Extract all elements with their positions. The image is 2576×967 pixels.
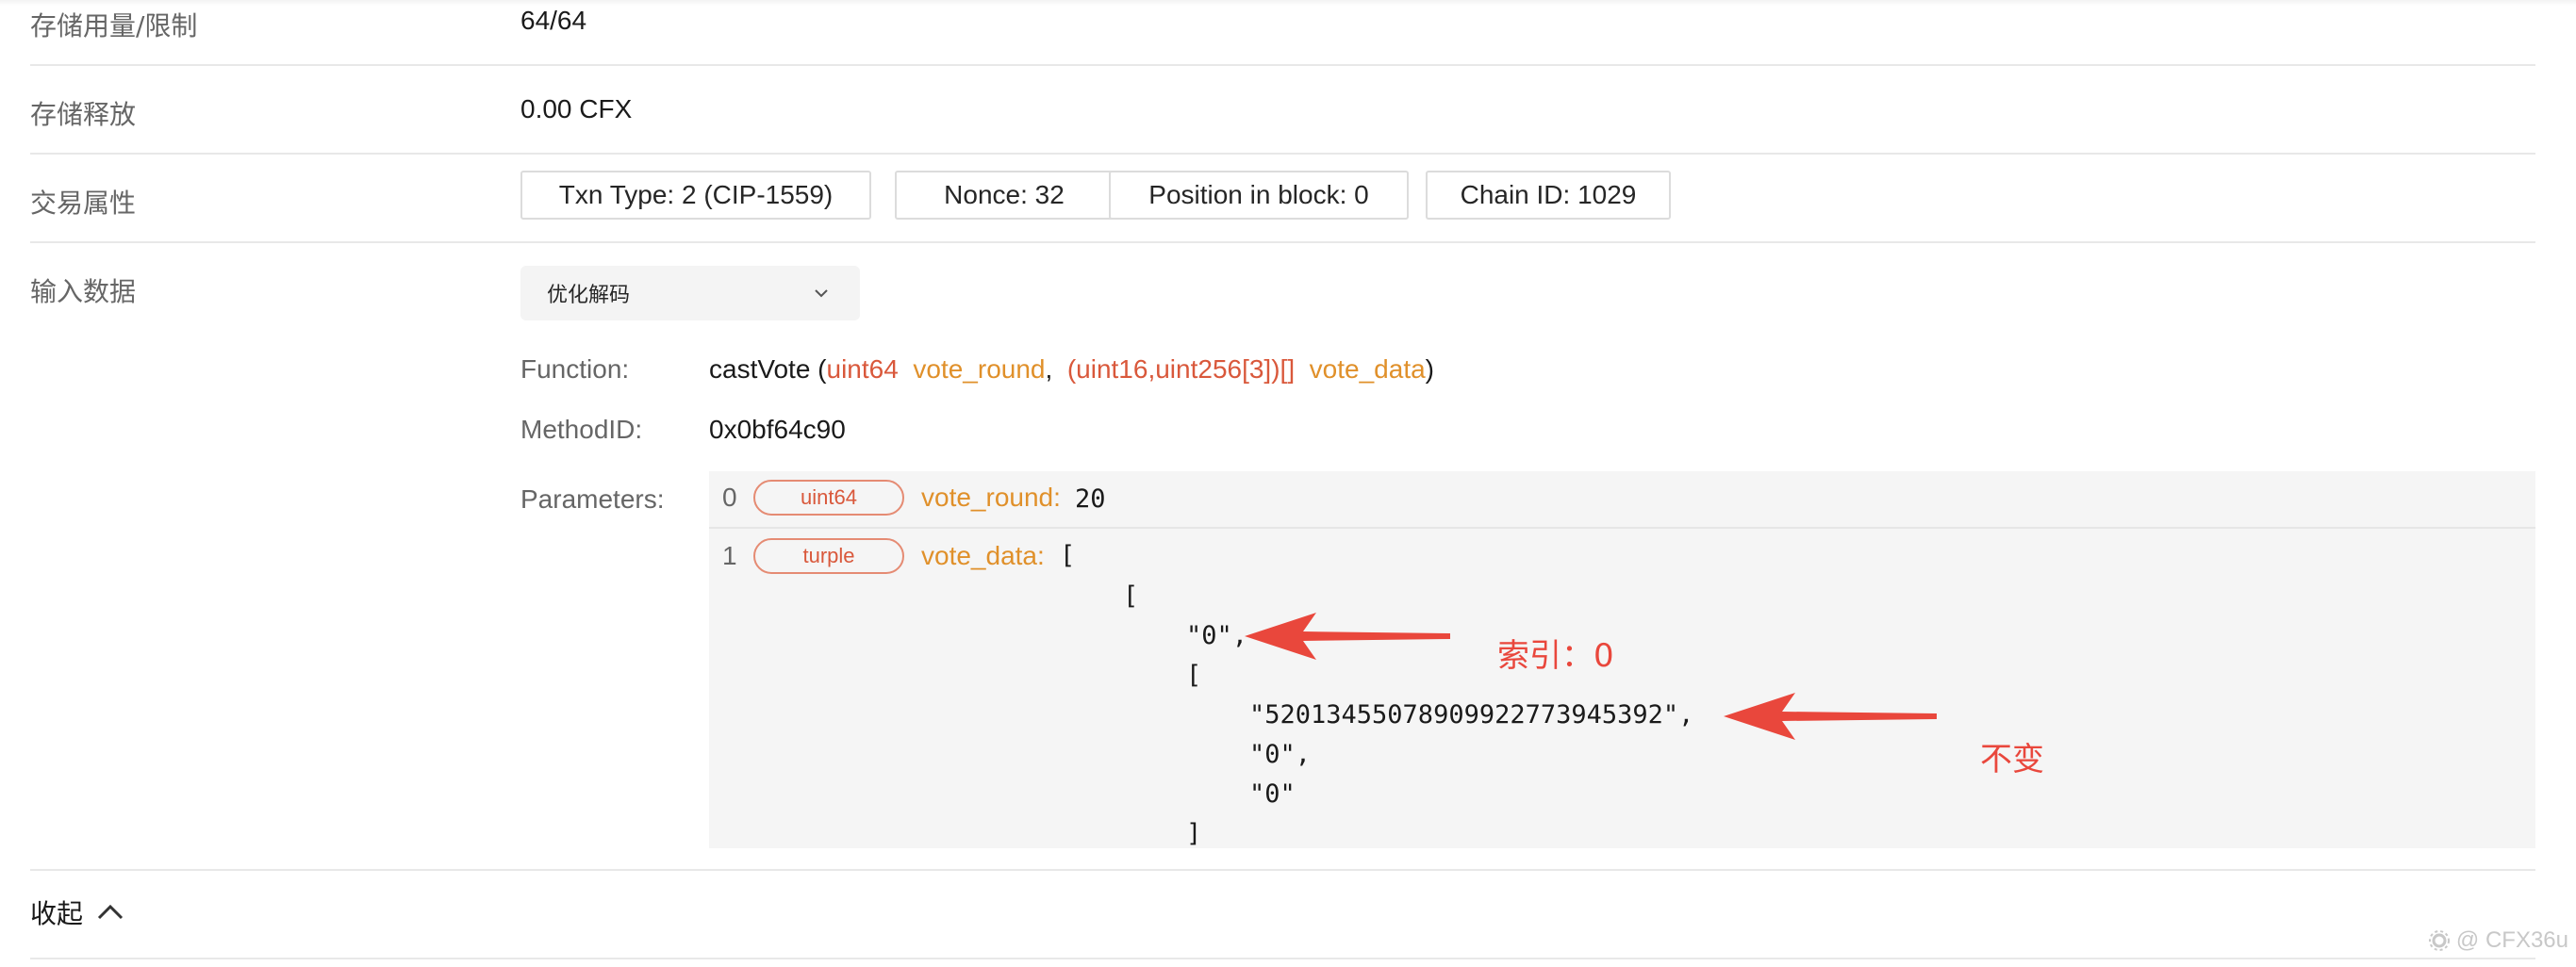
row-storage-usage: 存储用量/限制 64/64: [30, 0, 2535, 66]
vote-data-line: "52013455078909922773945392",: [1249, 700, 1694, 729]
method-id-value: 0x0bf64c90: [709, 415, 846, 444]
storage-usage-label: 存储用量/限制: [30, 10, 198, 41]
param-1-value-open: [: [1060, 541, 1076, 570]
param-0-type-badge: uint64: [753, 480, 904, 516]
annotation-unchanged-note: 不变: [1980, 741, 2044, 779]
arg2-name: vote_data: [1309, 354, 1426, 384]
chevron-up-icon: [97, 904, 124, 920]
param-1-index: 1: [722, 541, 737, 570]
input-data-label: 输入数据: [30, 276, 137, 307]
param-1-type-badge: turple: [753, 538, 904, 574]
gear-icon: [2428, 930, 2450, 951]
vote-data-line: "0": [1249, 779, 1296, 809]
nonce-tag: Nonce: 32: [895, 171, 1114, 220]
bottom-divider: [30, 958, 2535, 959]
decode-mode-select[interactable]: 优化解码: [520, 266, 860, 320]
method-id-label: MethodID:: [520, 415, 643, 444]
param-0-name: vote_round:: [921, 483, 1061, 512]
storage-usage-value: 64/64: [520, 6, 587, 35]
vote-data-line: [: [1123, 582, 1139, 611]
collapse-label: 收起: [30, 898, 84, 929]
vote-data-line: "0",: [1186, 621, 1248, 650]
arg-separator: ,: [1045, 354, 1053, 384]
function-name: castVote: [709, 354, 811, 384]
vote-data-line: ]: [1186, 819, 1202, 848]
arg1-name: vote_round: [913, 354, 1046, 384]
annotation-index-note: 索引：0: [1497, 637, 1614, 675]
param-0-index: 0: [722, 483, 737, 512]
row-tx-attributes: 交易属性 Txn Type: 2 (CIP-1559) Nonce: 32 Po…: [30, 155, 2535, 243]
collapse-button[interactable]: 收起: [30, 893, 124, 931]
paren-open: (: [810, 354, 827, 384]
parameters-divider: [709, 527, 2535, 529]
position-in-block-tag: Position in block: 0: [1109, 171, 1409, 220]
transaction-detail-panel: 存储用量/限制 64/64 存储释放 0.00 CFX 交易属性 Txn Typ…: [0, 0, 2576, 967]
txn-type-tag: Txn Type: 2 (CIP-1559): [520, 171, 871, 220]
storage-release-label: 存储释放: [30, 99, 137, 130]
watermark-text: @ CFX36u: [2455, 927, 2568, 953]
function-signature: castVote (uint64 vote_round, (uint16,uin…: [709, 354, 1434, 385]
param-1-name: vote_data:: [921, 541, 1045, 570]
arrow-left-icon: [1724, 693, 1937, 740]
watermark: @ CFX36u: [2428, 927, 2568, 954]
storage-release-value: 0.00 CFX: [520, 94, 633, 123]
decode-mode-value: 优化解码: [547, 284, 631, 307]
function-label: Function:: [520, 354, 630, 384]
chain-id-tag: Chain ID: 1029: [1426, 171, 1671, 220]
arg2-type: (uint16,uint256[3])[]: [1066, 354, 1296, 384]
chevron-down-icon: [815, 289, 828, 298]
parameters-label: Parameters:: [520, 484, 665, 514]
param-0-value: 20: [1075, 484, 1106, 514]
arg1-type: uint64: [826, 354, 899, 384]
tx-attributes-label: 交易属性: [30, 188, 137, 219]
vote-data-line: [: [1186, 661, 1202, 690]
paren-close: ): [1425, 354, 1434, 384]
arrow-left-icon: [1245, 613, 1450, 660]
row-storage-release: 存储释放 0.00 CFX: [30, 66, 2535, 155]
vote-data-line: "0",: [1249, 740, 1312, 769]
